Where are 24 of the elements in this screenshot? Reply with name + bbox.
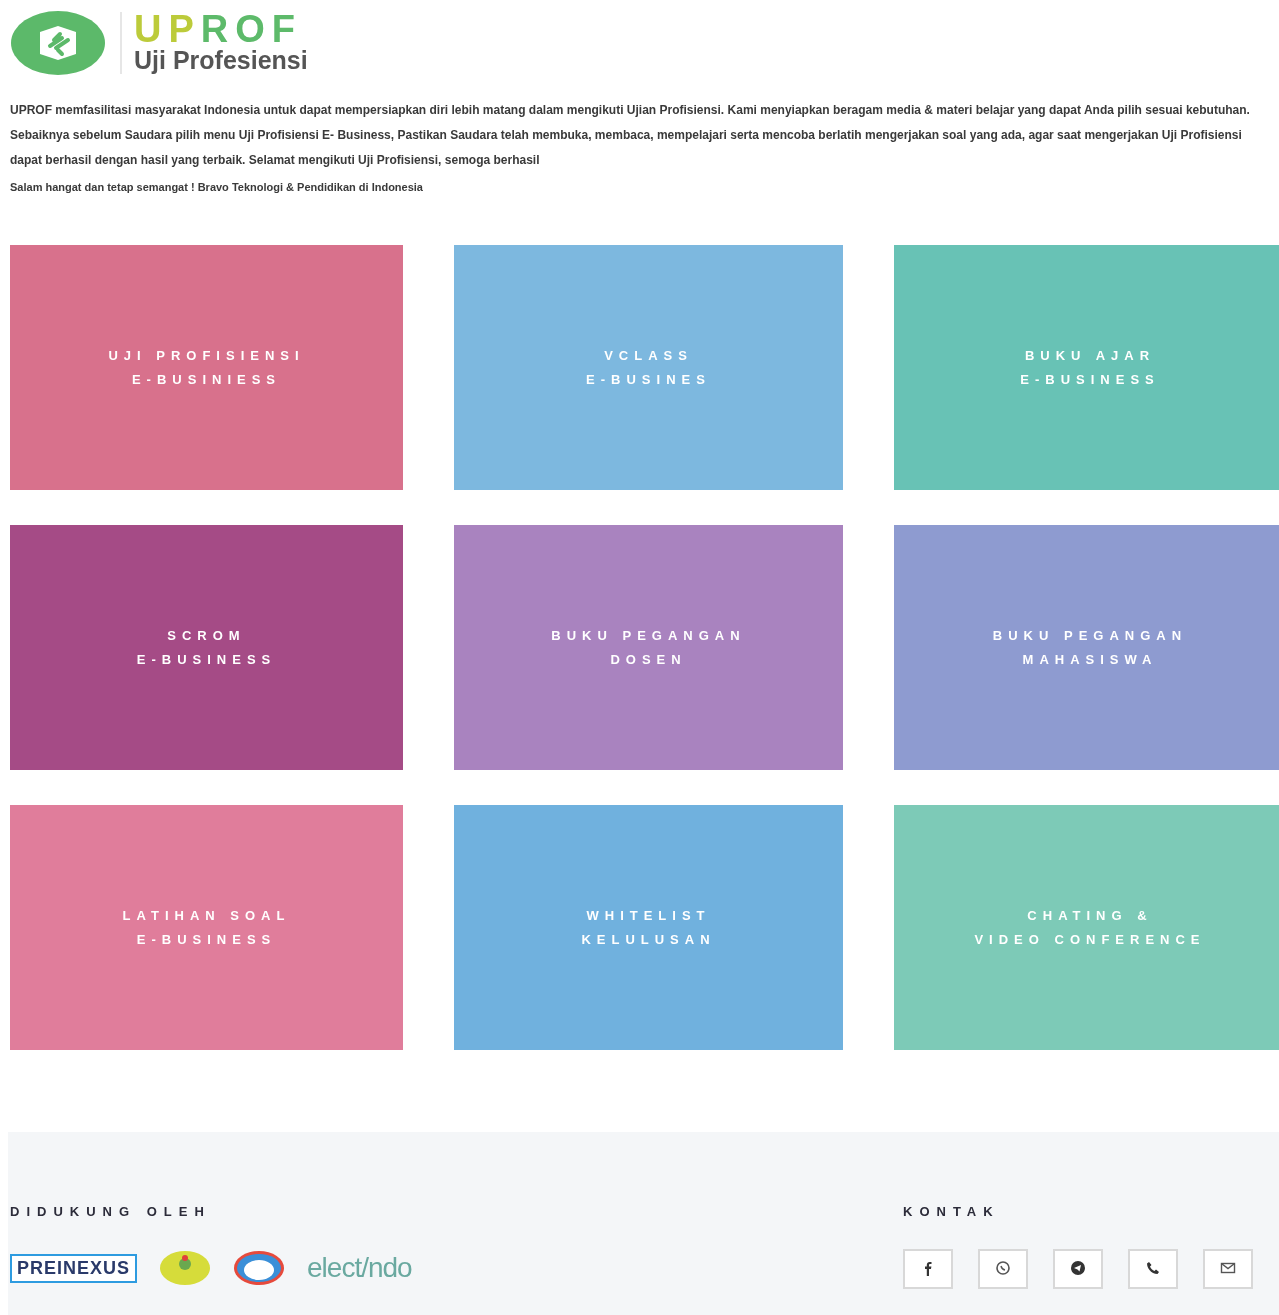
- menu-tile[interactable]: CHATING & VIDEO CONFERENCE: [894, 805, 1279, 1050]
- menu-tile[interactable]: BUKU PEGANGAN MAHASISWA: [894, 525, 1279, 770]
- section-heading: KONTAK: [903, 1204, 1001, 1219]
- logo-icon: [10, 10, 106, 76]
- intro-paragraph: UPROF memfasilitasi masyarakat Indonesia untuk dapat mempersiapkan diri lebih matang dalam mengikuti Ujian Profisiensi. Kami menyiapkan beragam media & materi belajar yang dapat Anda pilih sesuai kebutuhan. Sebaiknya sebelum Saudara pilih menu Uji Profisiensi E- Business, Pastikan Saudara telah membuka, membaca, mempelajari serta mencoba berlatih mengerjakan soal yang ada, agar saat mengerjakan Uji Profisiensi dapat berhasil dengan hasil yang terbaik. Selamat mengikuti Uji Profisiensi, semoga berhasil: [9, 102, 1251, 169]
- menu-tile[interactable]: UJI PROFISIENSI E-BUSINIESS: [10, 245, 403, 490]
- menu-tile[interactable]: BUKU AJAR E-BUSINESS: [894, 245, 1279, 490]
- contact-button[interactable]: [1203, 1249, 1253, 1289]
- telegram-icon: [1070, 1260, 1086, 1276]
- brand-name: UP ROF: [134, 12, 303, 46]
- menu-tile[interactable]: VCLASS E-BUSINES: [454, 245, 843, 490]
- menu-tile[interactable]: LATIHAN SOAL E-BUSINESS: [10, 805, 403, 1050]
- whatsapp-icon: [995, 1260, 1011, 1276]
- sponsor-logo: PREINEXUS: [10, 1253, 138, 1283]
- section-heading: DIDUKUNG OLEH: [10, 1204, 212, 1219]
- mail-icon: [1220, 1260, 1236, 1276]
- menu-tile[interactable]: WHITELIST KELULUSAN: [454, 805, 843, 1050]
- sponsor-logo: elect/ndo: [307, 1252, 412, 1284]
- menu-tile[interactable]: BUKU PEGANGAN DOSEN: [454, 525, 843, 770]
- brand-tagline: Uji Profesiensi: [134, 46, 308, 74]
- menu-tile[interactable]: SCROM E-BUSINESS: [10, 525, 403, 770]
- contact-button[interactable]: [1053, 1249, 1103, 1289]
- phone-icon: [1145, 1260, 1161, 1276]
- greeting-text: Salam hangat dan tetap semangat ! Bravo Teknologi & Pendidikan di Indonesia: [9, 181, 424, 193]
